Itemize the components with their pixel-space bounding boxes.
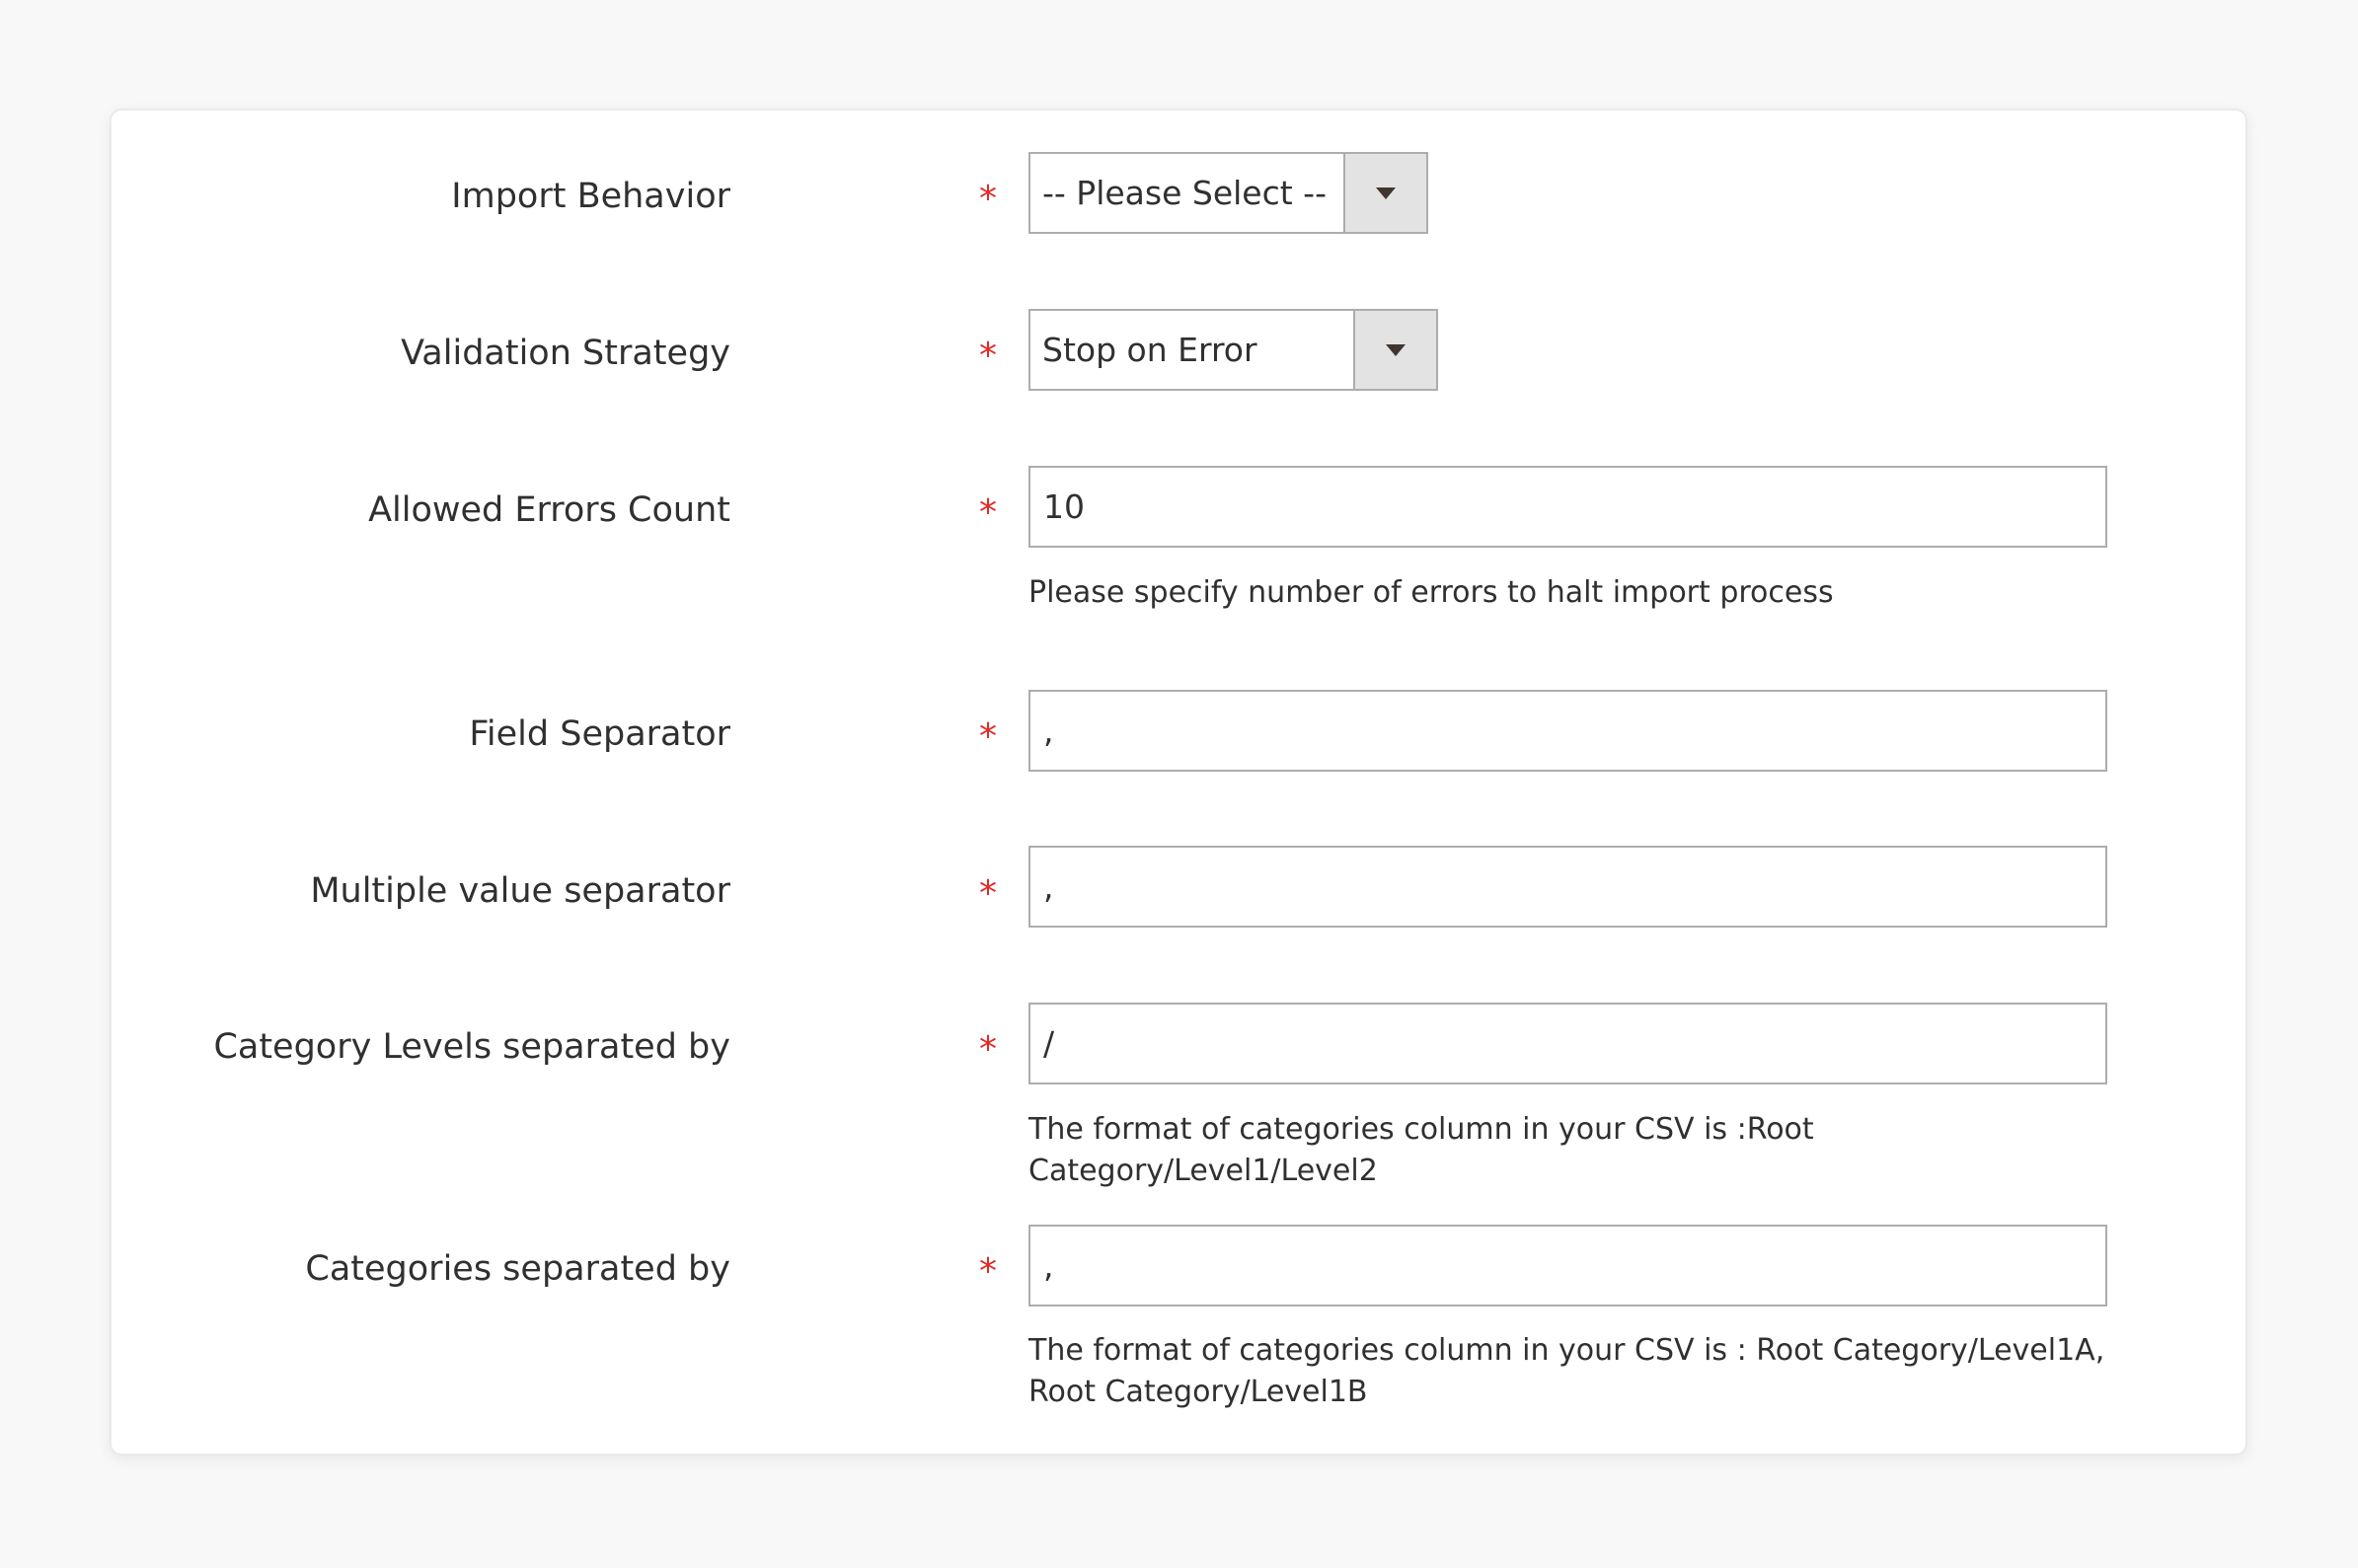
required-asterisk: *	[979, 492, 997, 533]
validation-strategy-label: Validation Strategy	[401, 334, 730, 373]
import-behavior-selected-value: -- Please Select --	[1042, 174, 1327, 212]
categories-separator-input[interactable]: ,	[1028, 1225, 2107, 1307]
categories-separator-label: Categories separated by	[305, 1249, 730, 1289]
required-asterisk: *	[979, 716, 997, 757]
required-asterisk: *	[979, 1251, 997, 1292]
chevron-down-icon	[1386, 343, 1406, 356]
category-levels-separator-input[interactable]: /	[1028, 1003, 2107, 1084]
allowed-errors-count-label: Allowed Errors Count	[368, 490, 730, 530]
multiple-value-separator-label: Multiple value separator	[310, 871, 730, 911]
field-separator-label: Field Separator	[469, 714, 730, 754]
import-behavior-dropdown-button[interactable]	[1343, 154, 1426, 232]
validation-strategy-select[interactable]: Stop on Error	[1028, 309, 1438, 391]
category-levels-separator-note: The format of categories column in your …	[1028, 1112, 1814, 1188]
validation-strategy-dropdown-button[interactable]	[1353, 311, 1436, 389]
field-separator-input[interactable]: ,	[1028, 690, 2107, 772]
import-behavior-label: Import Behavior	[451, 177, 730, 216]
multiple-value-separator-input[interactable]: ,	[1028, 846, 2107, 928]
allowed-errors-count-input[interactable]: 10	[1028, 466, 2107, 548]
categories-separator-note: The format of categories column in your …	[1028, 1333, 2105, 1409]
validation-strategy-selected-value: Stop on Error	[1042, 331, 1257, 369]
required-asterisk: *	[979, 336, 997, 376]
allowed-errors-count-note: Please specify number of errors to halt …	[1028, 575, 1834, 610]
required-asterisk: *	[979, 873, 997, 914]
import-behavior-select[interactable]: -- Please Select --	[1028, 152, 1428, 234]
import-settings-form: Import Behavior * -- Please Select -- Va…	[110, 109, 2247, 1456]
category-levels-separator-label: Category Levels separated by	[213, 1027, 730, 1067]
chevron-down-icon	[1376, 187, 1396, 199]
required-asterisk: *	[979, 1029, 997, 1070]
required-asterisk: *	[979, 179, 997, 219]
